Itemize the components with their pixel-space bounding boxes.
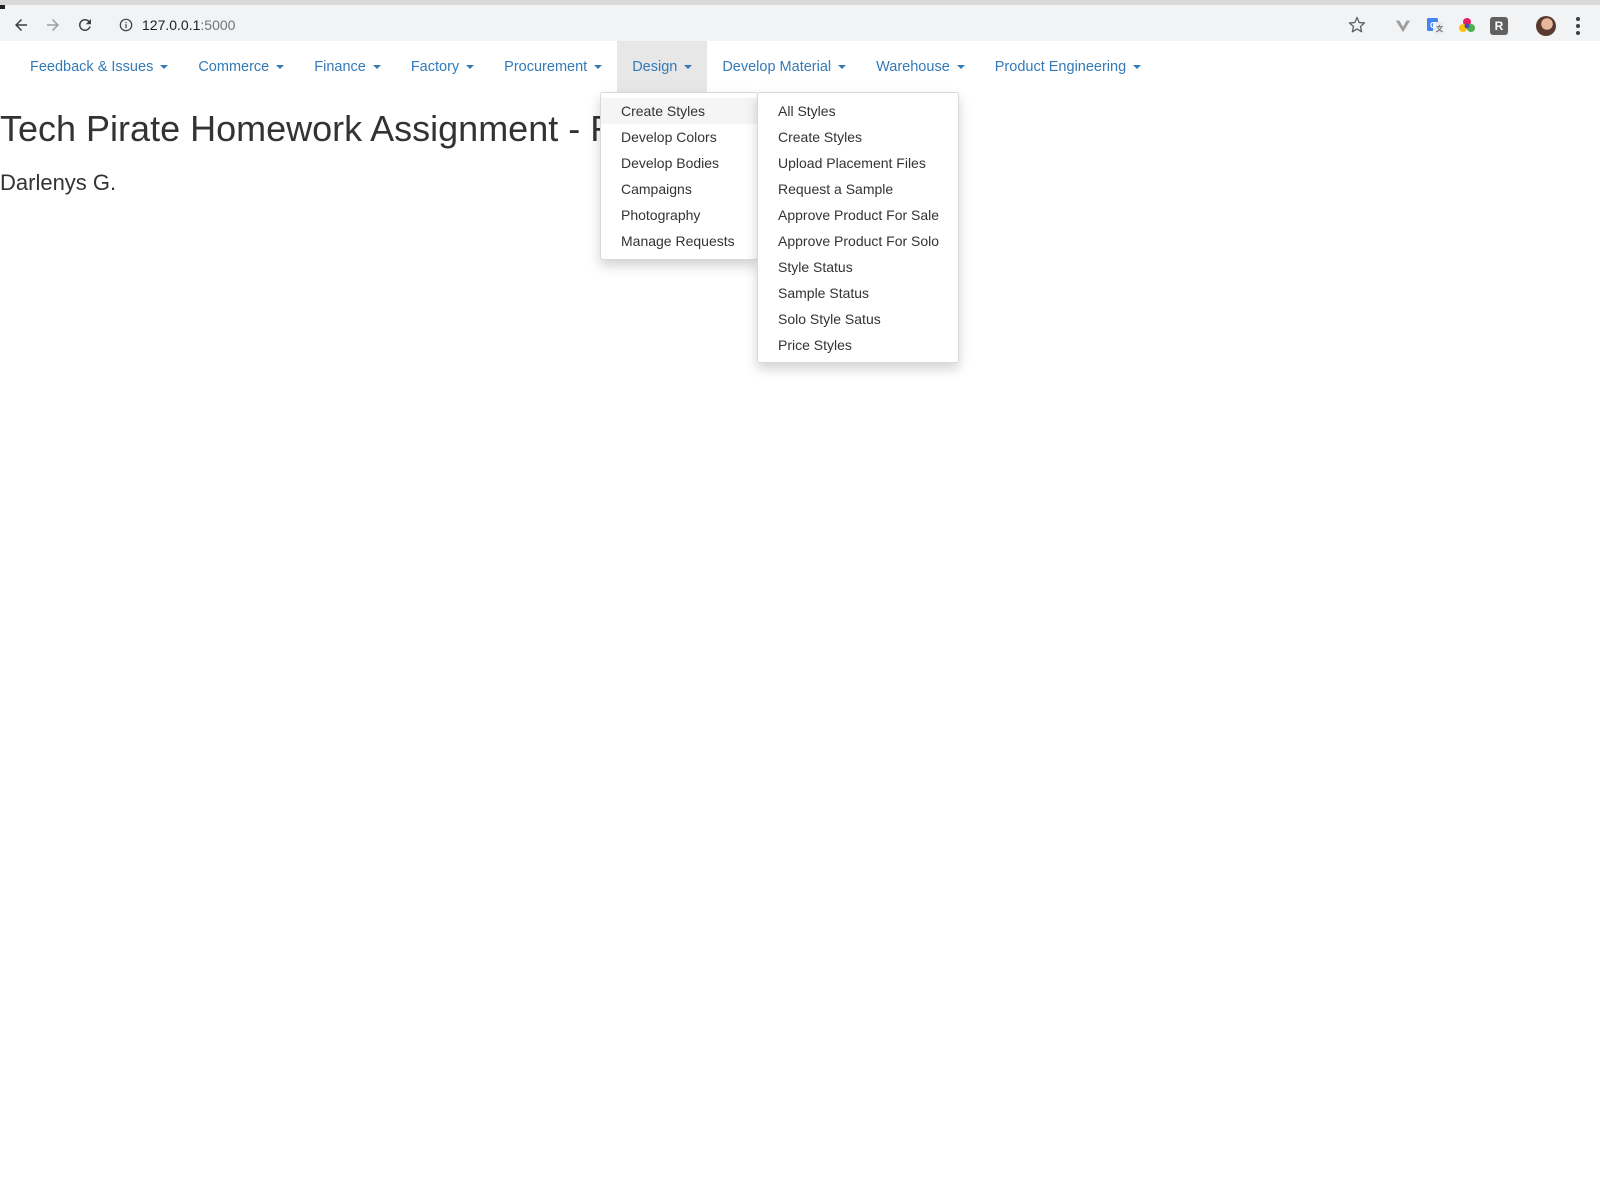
menu-item-develop-colors[interactable]: Develop Colors xyxy=(601,124,757,150)
nav-label: Feedback & Issues xyxy=(30,58,154,75)
url-port: :5000 xyxy=(200,17,236,33)
url-host: 127.0.0.1 xyxy=(142,17,201,33)
create-styles-submenu: All Styles Create Styles Upload Placemen… xyxy=(757,92,959,363)
window-corner xyxy=(0,5,5,9)
submenu-item-style-status[interactable]: Style Status xyxy=(758,254,958,280)
nav-item-warehouse[interactable]: Warehouse xyxy=(861,41,980,92)
caret-down-icon xyxy=(1133,64,1142,69)
caret-down-icon xyxy=(160,64,169,69)
nav-label: Design xyxy=(632,58,678,75)
nav-label: Factory xyxy=(410,58,460,75)
design-dropdown-menu: Create Styles Develop Colors Develop Bod… xyxy=(600,92,758,260)
nav-item-factory[interactable]: Factory xyxy=(396,41,489,92)
color-picker-icon[interactable] xyxy=(1458,17,1476,35)
caret-down-icon xyxy=(838,64,847,69)
nav-item-commerce[interactable]: Commerce xyxy=(183,41,299,92)
reload-button[interactable] xyxy=(71,11,99,39)
caret-down-icon xyxy=(372,64,381,69)
forward-arrow-icon xyxy=(47,19,59,31)
menu-item-develop-bodies[interactable]: Develop Bodies xyxy=(601,150,757,176)
submenu-item-upload-placement-files[interactable]: Upload Placement Files xyxy=(758,150,958,176)
google-translate-icon[interactable]: G文 xyxy=(1426,17,1444,35)
vue-devtools-icon[interactable] xyxy=(1394,17,1412,35)
back-button[interactable] xyxy=(7,11,35,39)
caret-down-icon xyxy=(466,64,475,69)
submenu-item-sample-status[interactable]: Sample Status xyxy=(758,280,958,306)
nav-label: Commerce xyxy=(198,58,270,75)
submenu-item-solo-style-status[interactable]: Solo Style Satus xyxy=(758,306,958,332)
page-title: Tech Pirate Homework Assignment - F xyxy=(0,108,613,149)
svg-text:文: 文 xyxy=(1436,24,1444,33)
address-bar[interactable]: 127.0.0.1:5000 xyxy=(108,10,1378,40)
browser-menu-icon[interactable] xyxy=(1570,15,1586,37)
bookmark-star-icon[interactable] xyxy=(1348,16,1366,34)
nav-item-feedback-issues[interactable]: Feedback & Issues xyxy=(15,41,183,92)
reload-icon xyxy=(78,18,91,31)
nav-label: Finance xyxy=(314,58,366,75)
nav-list: Feedback & Issues Commerce Finance Facto… xyxy=(0,41,1600,92)
nav-item-procurement[interactable]: Procurement xyxy=(489,41,617,92)
browser-toolbar: 127.0.0.1:5000 G文 R xyxy=(0,0,1600,41)
forward-button[interactable] xyxy=(39,11,67,39)
caret-down-icon xyxy=(276,64,285,69)
submenu-item-approve-for-solo[interactable]: Approve Product For Solo xyxy=(758,228,958,254)
nav-item-finance[interactable]: Finance xyxy=(299,41,396,92)
main-navbar: Feedback & Issues Commerce Finance Facto… xyxy=(0,41,1600,92)
url-text[interactable]: 127.0.0.1:5000 xyxy=(142,17,235,33)
submenu-item-approve-for-sale[interactable]: Approve Product For Sale xyxy=(758,202,958,228)
submenu-item-create-styles[interactable]: Create Styles xyxy=(758,124,958,150)
menu-item-create-styles[interactable]: Create Styles xyxy=(601,98,757,124)
site-info-icon[interactable] xyxy=(118,17,134,33)
profile-avatar[interactable] xyxy=(1536,16,1556,36)
menu-item-manage-requests[interactable]: Manage Requests xyxy=(601,228,757,254)
menu-item-photography[interactable]: Photography xyxy=(601,202,757,228)
nav-label: Develop Material xyxy=(722,58,832,75)
caret-down-icon xyxy=(594,64,603,69)
caret-down-icon xyxy=(956,64,965,69)
page-subtitle: Darlenys G. xyxy=(0,170,117,195)
back-arrow-icon xyxy=(15,19,27,31)
nav-label: Warehouse xyxy=(876,58,950,75)
submenu-item-request-sample[interactable]: Request a Sample xyxy=(758,176,958,202)
caret-down-icon xyxy=(684,64,693,69)
nav-label: Product Engineering xyxy=(994,58,1127,75)
nav-label: Procurement xyxy=(504,58,588,75)
nav-item-develop-material[interactable]: Develop Material xyxy=(707,41,861,92)
submenu-item-price-styles[interactable]: Price Styles xyxy=(758,332,958,358)
nav-item-design[interactable]: Design xyxy=(617,41,708,92)
menu-item-campaigns[interactable]: Campaigns xyxy=(601,176,757,202)
nav-item-product-engineering[interactable]: Product Engineering xyxy=(980,41,1156,92)
r-extension-icon[interactable]: R xyxy=(1490,17,1508,35)
r-extension-label: R xyxy=(1494,19,1504,33)
submenu-item-all-styles[interactable]: All Styles xyxy=(758,98,958,124)
